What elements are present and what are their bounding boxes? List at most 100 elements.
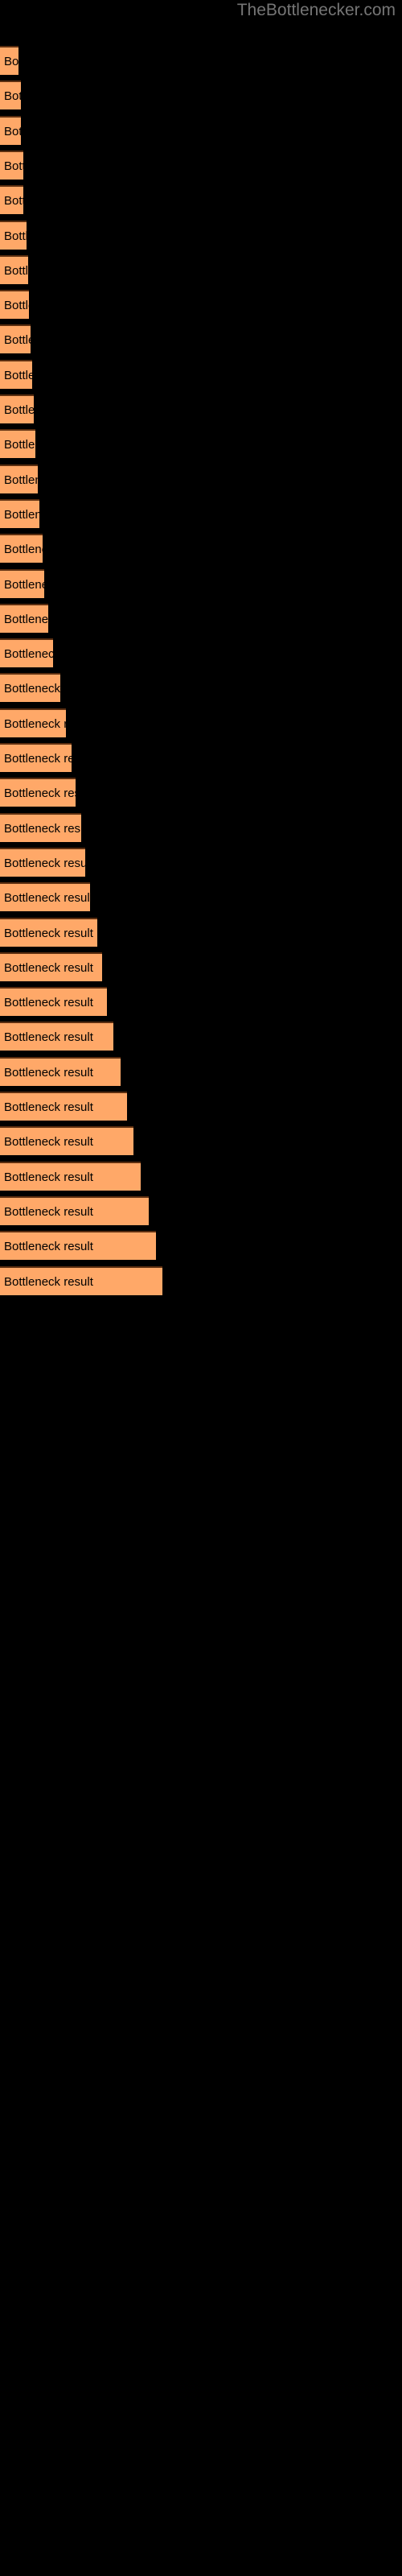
bar-label: Bottleneck result: [4, 647, 53, 662]
bar[interactable]: Bottleneck result: [0, 80, 21, 110]
bar-label: Bottleneck result: [4, 1240, 93, 1254]
bar-row: Bottleneck result: [0, 220, 402, 250]
bar-row: Bottleneck result: [0, 115, 402, 145]
bar[interactable]: Bottleneck result: [0, 534, 43, 564]
bar-row: Bottleneck result: [0, 1195, 402, 1225]
bar-row: Bottleneck result: [0, 1092, 402, 1121]
bar[interactable]: Bottleneck result: [0, 952, 102, 981]
bar-label: Bottleneck result: [4, 752, 72, 766]
bar[interactable]: Bottleneck result: [0, 1265, 162, 1295]
bar[interactable]: Bottleneck result: [0, 1092, 127, 1121]
bar-row: Bottleneck result: [0, 46, 402, 75]
bar[interactable]: Bottleneck result: [0, 1231, 156, 1261]
bar[interactable]: Bottleneck result: [0, 429, 35, 459]
bar-label: Bottleneck result: [4, 124, 21, 138]
bar[interactable]: Bottleneck result: [0, 987, 107, 1017]
bar-row: Bottleneck result: [0, 847, 402, 877]
bar-row: Bottleneck result: [0, 882, 402, 912]
bar[interactable]: Bottleneck result: [0, 917, 97, 947]
watermark-text: TheBottlenecker.com: [236, 1, 396, 19]
bar-label: Bottleneck result: [4, 333, 31, 348]
bar-row: Bottleneck result: [0, 254, 402, 284]
bar[interactable]: Bottleneck result: [0, 1126, 133, 1156]
bar-label: Bottleneck result: [4, 1065, 93, 1080]
bar-label: Bottleneck result: [4, 1100, 93, 1114]
bar-chart: TheBottlenecker.com Bottleneck result Bot…: [0, 0, 402, 2576]
bar-label: Bottleneck result: [4, 507, 39, 522]
bar[interactable]: Bottleneck result: [0, 1056, 121, 1086]
bar-label: Bottleneck result: [4, 1204, 93, 1219]
bar[interactable]: Bottleneck result: [0, 185, 23, 215]
bar[interactable]: Bottleneck result: [0, 324, 31, 354]
bar[interactable]: Bottleneck result: [0, 254, 28, 284]
bar-row: Bottleneck result: [0, 603, 402, 633]
bar-label: Bottleneck result: [4, 1030, 93, 1045]
bar-label: Bottleneck result: [4, 229, 27, 243]
bar[interactable]: Bottleneck result: [0, 882, 90, 912]
bar-row: Bottleneck result: [0, 917, 402, 947]
bar-label: Bottleneck result: [4, 89, 21, 104]
bar-label: Bottleneck result: [4, 159, 23, 173]
bar[interactable]: Bottleneck result: [0, 1022, 113, 1051]
bar[interactable]: Bottleneck result: [0, 394, 34, 423]
bar-row: Bottleneck result: [0, 394, 402, 423]
bar-row: Bottleneck result: [0, 185, 402, 215]
bar-row: Bottleneck result: [0, 1265, 402, 1295]
bar-label: Bottleneck result: [4, 473, 38, 487]
bar[interactable]: Bottleneck result: [0, 220, 27, 250]
bar-row: Bottleneck result: [0, 498, 402, 528]
bar-label: Bottleneck result: [4, 299, 29, 313]
bar-row: Bottleneck result: [0, 638, 402, 668]
bar-row: Bottleneck result: [0, 1126, 402, 1156]
bar-label: Bottleneck result: [4, 716, 66, 731]
bar[interactable]: Bottleneck result: [0, 1195, 149, 1225]
bar-row: Bottleneck result: [0, 952, 402, 981]
bar[interactable]: Bottleneck result: [0, 743, 72, 772]
bar[interactable]: Bottleneck result: [0, 778, 76, 807]
bar-label: Bottleneck result: [4, 891, 90, 906]
bar-label: Bottleneck result: [4, 786, 76, 801]
bar-label: Bottleneck result: [4, 821, 81, 836]
bar-label: Bottleneck result: [4, 263, 28, 278]
bar[interactable]: Bottleneck result: [0, 464, 38, 493]
bar-label: Bottleneck result: [4, 368, 32, 382]
bar[interactable]: Bottleneck result: [0, 359, 32, 389]
bar[interactable]: Bottleneck result: [0, 115, 21, 145]
bar-row: Bottleneck result: [0, 1056, 402, 1086]
bar-row: Bottleneck result: [0, 568, 402, 598]
bar[interactable]: Bottleneck result: [0, 150, 23, 180]
bar-row: Bottleneck result: [0, 464, 402, 493]
bar[interactable]: Bottleneck result: [0, 498, 39, 528]
bar[interactable]: Bottleneck result: [0, 708, 66, 737]
bar-row: Bottleneck result: [0, 673, 402, 703]
bar-label: Bottleneck result: [4, 960, 93, 975]
bar[interactable]: Bottleneck result: [0, 568, 44, 598]
bar-label: Bottleneck result: [4, 856, 85, 870]
bar-row: Bottleneck result: [0, 812, 402, 842]
bar-label: Bottleneck result: [4, 926, 93, 940]
bar[interactable]: Bottleneck result: [0, 1161, 141, 1191]
bar[interactable]: Bottleneck result: [0, 673, 60, 703]
bar-label: Bottleneck result: [4, 1135, 93, 1150]
bar-label: Bottleneck result: [4, 1170, 93, 1184]
bar-label: Bottleneck result: [4, 438, 35, 452]
bar-label: Bottleneck result: [4, 1274, 93, 1289]
bar-row: Bottleneck result: [0, 80, 402, 110]
bar-row: Bottleneck result: [0, 359, 402, 389]
bar[interactable]: Bottleneck result: [0, 603, 48, 633]
bar-row: Bottleneck result: [0, 290, 402, 320]
bar[interactable]: Bottleneck result: [0, 290, 29, 320]
bar-row: Bottleneck result: [0, 708, 402, 737]
bar-row: Bottleneck result: [0, 1161, 402, 1191]
bar-row: Bottleneck result: [0, 324, 402, 354]
bar-row: Bottleneck result: [0, 778, 402, 807]
bar[interactable]: Bottleneck result: [0, 847, 85, 877]
bar-row: Bottleneck result: [0, 429, 402, 459]
bar[interactable]: Bottleneck result: [0, 638, 53, 668]
bar-row: Bottleneck result: [0, 534, 402, 564]
bar-label: Bottleneck result: [4, 682, 60, 696]
bar[interactable]: Bottleneck result: [0, 46, 18, 75]
bar-label: Bottleneck result: [4, 55, 18, 68]
bar-label: Bottleneck result: [4, 194, 23, 208]
bar[interactable]: Bottleneck result: [0, 812, 81, 842]
